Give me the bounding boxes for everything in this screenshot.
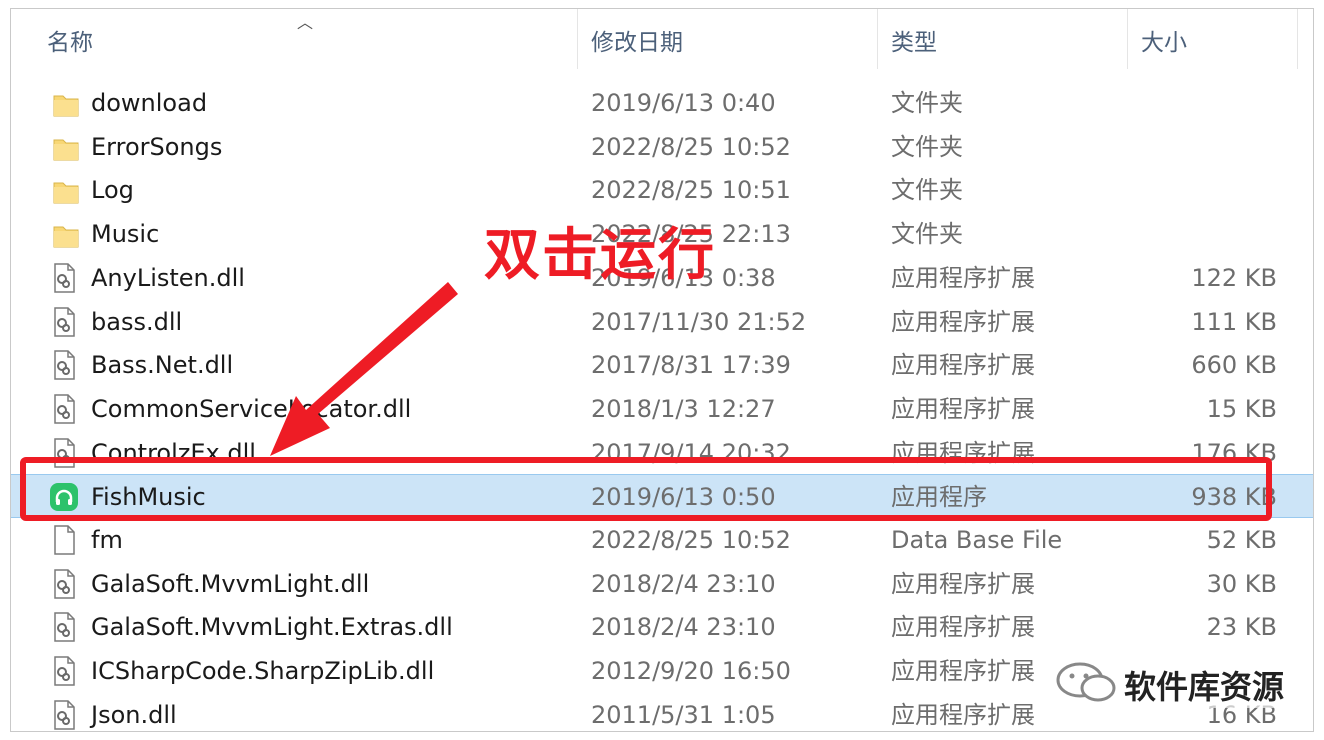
file-name: AnyListen.dll (91, 263, 245, 292)
file-size: 122 KB (1191, 263, 1277, 292)
file-type: 应用程序扩展 (891, 394, 1035, 423)
column-header-name[interactable]: 名称 (47, 23, 93, 57)
file-date: 2022/8/25 10:51 (591, 176, 791, 205)
file-row[interactable]: GalaSoft.MvvmLight.dll 2018/2/4 23:10 应用程序… (11, 562, 1313, 606)
dll-file-icon (54, 306, 75, 337)
file-type: 文件夹 (891, 89, 963, 117)
file-date: 2018/1/3 12:27 (591, 394, 776, 423)
file-size: 30 KB (1206, 569, 1277, 598)
file-date: 2012/9/20 16:50 (591, 657, 791, 686)
file-type: 应用程序扩展 (891, 613, 1035, 642)
dll-file-icon (54, 263, 75, 293)
file-size: 52 KB (1206, 526, 1277, 554)
folder-icon (53, 139, 79, 161)
file-type: 文件夹 (891, 220, 963, 249)
file-size: 15 KB (1206, 394, 1277, 423)
file-list-window: ︿ 名称 修改日期 类型 大小 download 2019/6/13 0:40 文件… (10, 8, 1314, 732)
folder-icon (53, 182, 79, 204)
file-row[interactable]: download 2019/6/13 0:40 文件夹 (11, 81, 1313, 125)
file-type: 文件夹 (891, 176, 963, 205)
dll-file-icon (54, 656, 75, 686)
dll-file-icon (54, 612, 75, 643)
file-date: 2018/2/4 23:10 (591, 569, 776, 598)
dll-file-icon (54, 568, 75, 599)
file-name: Bass.Net.dll (91, 351, 234, 380)
folder-icon (53, 226, 79, 248)
file-name: CommonServiceLocator.dll (91, 394, 412, 423)
file-row[interactable]: bass.dll 2017/11/30 21:52 应用程序扩展 111 KB (11, 300, 1313, 344)
column-header-date[interactable]: 修改日期 (591, 23, 683, 57)
highlight-box (20, 457, 1272, 521)
column-separator[interactable] (877, 9, 878, 69)
file-row[interactable]: Log 2022/8/25 10:51 文件夹 (11, 168, 1313, 212)
file-name: GalaSoft.MvvmLight.Extras.dll (91, 613, 453, 642)
dll-file-icon (54, 350, 75, 380)
file-date: 2022/8/25 10:52 (591, 526, 791, 554)
dll-file-icon (54, 394, 75, 424)
file-date: 2019/6/13 0:40 (591, 89, 776, 117)
file-row[interactable]: CommonServiceLocator.dll 2018/1/3 12:27 应用… (11, 387, 1313, 431)
file-date: 2017/8/31 17:39 (591, 351, 791, 380)
file-type: 应用程序扩展 (891, 351, 1035, 380)
file-name: download (91, 89, 208, 117)
file-name: fm (91, 526, 123, 554)
file-size: 23 KB (1206, 613, 1277, 642)
file-type: 应用程序扩展 (891, 263, 1035, 292)
file-name: Music (91, 220, 160, 249)
file-type: 应用程序扩展 (891, 657, 1035, 686)
file-name: ICSharpCode.SharpZipLib.dll (91, 657, 435, 686)
file-type: 应用程序扩展 (891, 307, 1035, 336)
column-header-type[interactable]: 类型 (891, 23, 937, 57)
file-date: 2018/2/4 23:10 (591, 613, 776, 642)
annotation-text: 双击运行 (484, 223, 716, 288)
column-separator[interactable] (1127, 9, 1128, 69)
dll-file-icon (54, 700, 75, 730)
file-icon (54, 525, 75, 555)
sort-ascending-icon: ︿ (297, 13, 314, 32)
column-header-size[interactable]: 大小 (1141, 23, 1187, 57)
column-separator[interactable] (1297, 9, 1298, 69)
file-row[interactable]: fm 2022/8/25 10:52 Data Base File 52 KB (11, 518, 1313, 562)
file-size: 111 KB (1191, 307, 1277, 336)
column-separator[interactable] (577, 9, 578, 69)
file-name: Json.dll (91, 700, 177, 729)
file-size: 660 KB (1191, 351, 1277, 380)
file-type: 文件夹 (891, 132, 963, 161)
file-type: Data Base File (891, 526, 1063, 554)
file-row[interactable]: GalaSoft.MvvmLight.Extras.dll 2018/2/4 23… (11, 605, 1313, 649)
file-row[interactable]: Bass.Net.dll 2017/8/31 17:39 应用程序扩展 660 KB (11, 343, 1313, 387)
file-type: 应用程序扩展 (891, 700, 1035, 729)
file-date: 2017/11/30 21:52 (591, 307, 807, 336)
file-date: 2011/5/31 1:05 (591, 700, 776, 729)
file-type: 应用程序扩展 (891, 569, 1035, 598)
file-row[interactable]: ErrorSongs 2022/8/25 10:52 文件夹 (11, 125, 1313, 169)
file-name: ErrorSongs (91, 132, 223, 161)
column-header: ︿ 名称 修改日期 类型 大小 (11, 9, 1313, 73)
file-name: Log (91, 176, 134, 205)
wechat-icon (1056, 662, 1116, 702)
folder-icon (53, 95, 79, 117)
file-name: GalaSoft.MvvmLight.dll (91, 569, 370, 598)
file-date: 2022/8/25 10:52 (591, 132, 791, 161)
file-name: bass.dll (91, 307, 183, 336)
watermark-text: 软件库资源 (1120, 662, 1289, 708)
